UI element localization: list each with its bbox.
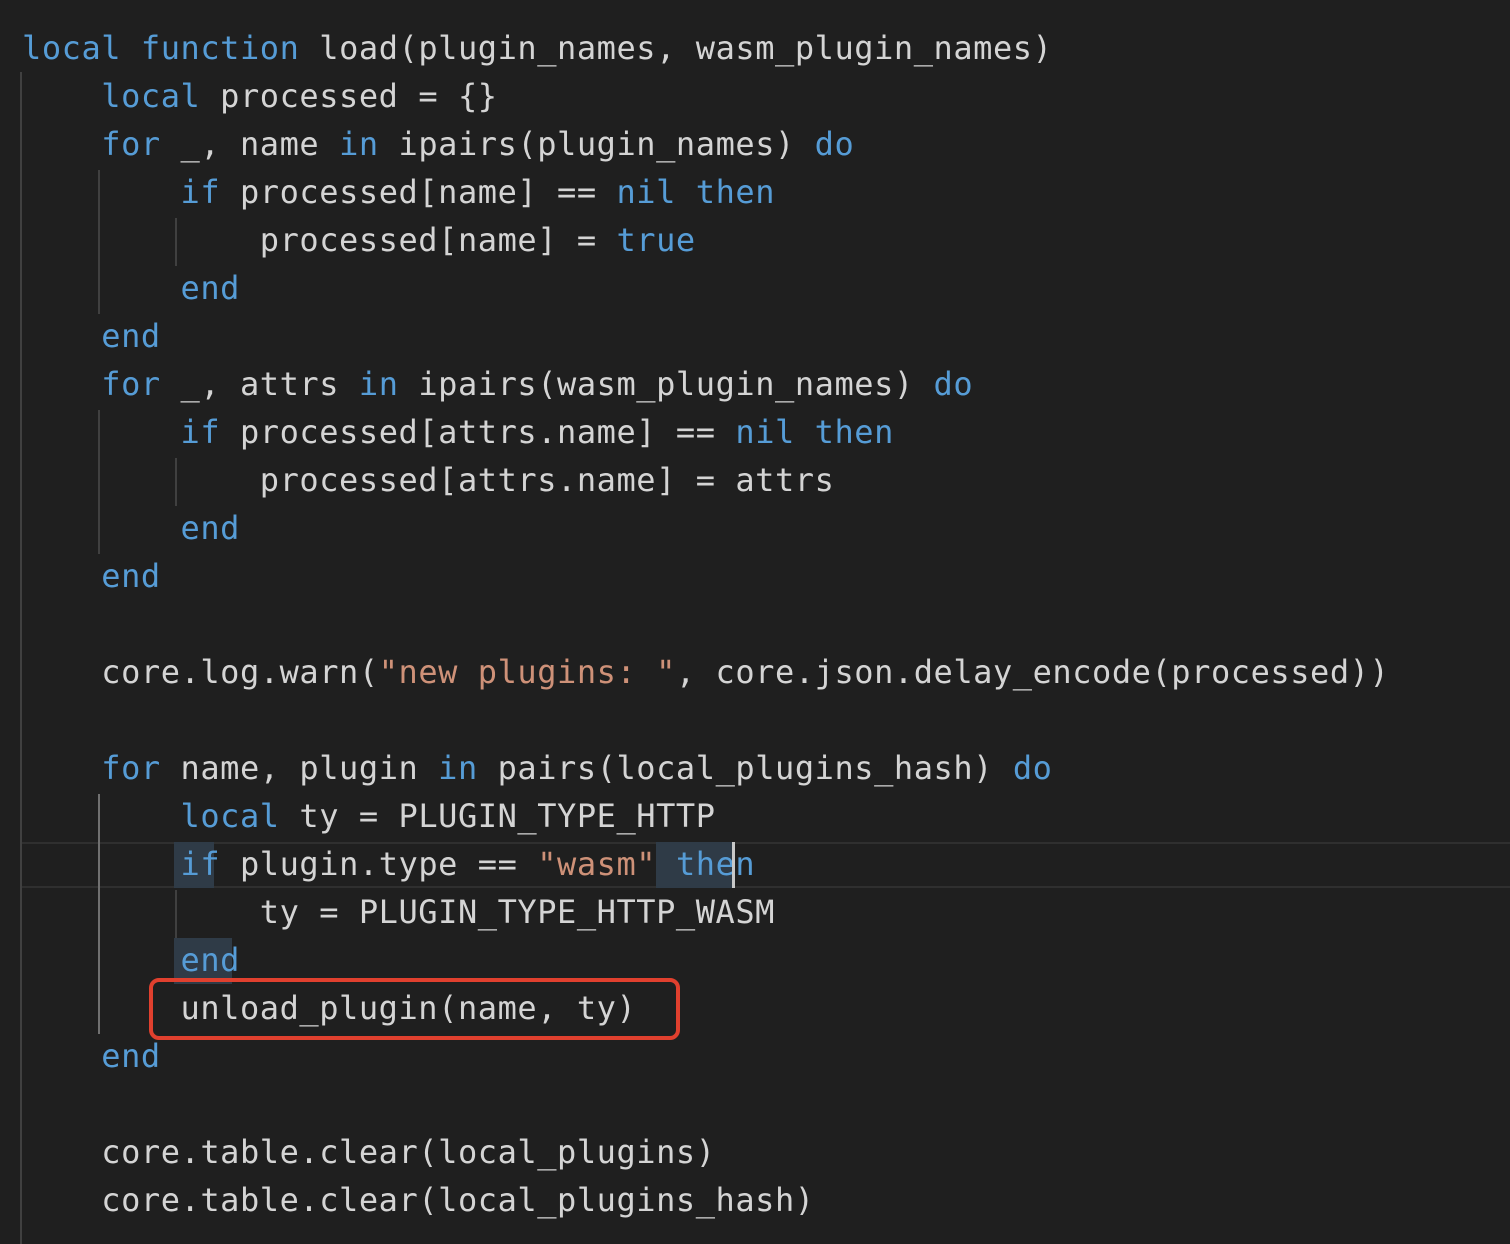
keyword-token: if — [180, 173, 221, 211]
keyword-token: do — [1012, 749, 1053, 787]
keyword-token: if — [180, 845, 221, 883]
code-editor[interactable]: local function load(plugin_names, wasm_p… — [0, 0, 1510, 1244]
code-line[interactable]: end — [22, 504, 240, 552]
code-token: ipairs(plugin_names) — [378, 125, 815, 163]
keyword-token: in — [438, 749, 478, 787]
code-line[interactable]: end — [22, 552, 161, 600]
code-token: processed = {} — [200, 77, 498, 115]
code-line[interactable]: end — [22, 312, 161, 360]
code-line[interactable]: for _, name in ipairs(plugin_names) do — [22, 120, 854, 168]
code-line[interactable]: end — [22, 264, 240, 312]
code-line[interactable]: local function load(plugin_names, wasm_p… — [22, 24, 1052, 72]
keyword-token: in — [358, 365, 399, 403]
keyword-token: for — [101, 749, 161, 787]
code-line[interactable]: processed[attrs.name] = attrs — [22, 456, 834, 504]
code-line[interactable]: for name, plugin in pairs(local_plugins_… — [22, 744, 1052, 792]
code-token: core.table.clear(local_plugins_hash) — [22, 1181, 815, 1219]
code-token: ipairs(wasm_plugin_names) — [398, 365, 934, 403]
keyword-token: local — [180, 797, 280, 835]
keyword-token: end — [101, 317, 161, 355]
keyword-token: then — [695, 173, 776, 211]
code-token: ty = PLUGIN_TYPE_HTTP_WASM — [22, 893, 775, 931]
keyword-token: if — [180, 413, 221, 451]
code-token: _, attrs — [160, 365, 359, 403]
keyword-token: nil — [735, 413, 795, 451]
keyword-token: nil — [616, 173, 676, 211]
code-line[interactable]: end — [22, 1032, 161, 1080]
code-token: processed[attrs.name] == — [220, 413, 736, 451]
code-line[interactable]: ty = PLUGIN_TYPE_HTTP_WASM — [22, 888, 775, 936]
code-line[interactable]: if processed[name] == nil then — [22, 168, 775, 216]
string-token: "new plugins: " — [378, 653, 676, 691]
text-cursor — [732, 842, 735, 888]
keyword-token: end — [180, 509, 240, 547]
code-token: plugin.type == — [220, 845, 538, 883]
keyword-token: local — [22, 29, 122, 67]
code-line[interactable]: local processed = {} — [22, 72, 498, 120]
keyword-token: local — [101, 77, 201, 115]
keyword-token: then — [675, 845, 756, 883]
code-line[interactable]: processed[name] = true — [22, 216, 696, 264]
keyword-token: end — [101, 557, 161, 595]
keyword-token: function — [140, 29, 300, 67]
code-token: ty = PLUGIN_TYPE_HTTP — [279, 797, 716, 835]
code-line[interactable]: if processed[attrs.name] == nil then — [22, 408, 894, 456]
keyword-token: do — [814, 125, 855, 163]
code-line[interactable]: core.log.warn("new plugins: ", core.json… — [22, 648, 1389, 696]
code-token: processed[attrs.name] = attrs — [22, 461, 835, 499]
code-line[interactable]: end — [22, 936, 240, 984]
keyword-token: end — [180, 941, 240, 979]
keyword-token: end — [101, 1037, 161, 1075]
code-token: core.log.warn( — [22, 653, 379, 691]
code-token: load(plugin_names, wasm_plugin_names) — [299, 29, 1053, 67]
annotation-highlight-box — [149, 978, 680, 1040]
keyword-token: for — [101, 125, 161, 163]
keyword-token: do — [933, 365, 974, 403]
keyword-token: for — [101, 365, 161, 403]
code-token: core.table.clear(local_plugins) — [22, 1133, 716, 1171]
code-token: _, name — [160, 125, 340, 163]
code-line[interactable]: core.table.clear(local_plugins) — [22, 1128, 716, 1176]
code-token: processed[name] = — [22, 221, 617, 259]
code-token: , core.json.delay_encode(processed)) — [675, 653, 1390, 691]
keyword-token: end — [180, 269, 240, 307]
keyword-token: then — [814, 413, 894, 451]
code-token: processed[name] == — [220, 173, 617, 211]
code-line[interactable]: if plugin.type == "wasm" then — [22, 840, 755, 888]
code-token: name, plugin — [160, 749, 439, 787]
code-line[interactable]: for _, attrs in ipairs(wasm_plugin_names… — [22, 360, 973, 408]
keyword-token: true — [616, 221, 696, 259]
keyword-token: in — [339, 125, 379, 163]
code-token: pairs(local_plugins_hash) — [477, 749, 1013, 787]
code-line[interactable]: core.table.clear(local_plugins_hash) — [22, 1176, 815, 1224]
code-line[interactable]: local ty = PLUGIN_TYPE_HTTP — [22, 792, 716, 840]
string-token: "wasm" — [537, 845, 657, 883]
